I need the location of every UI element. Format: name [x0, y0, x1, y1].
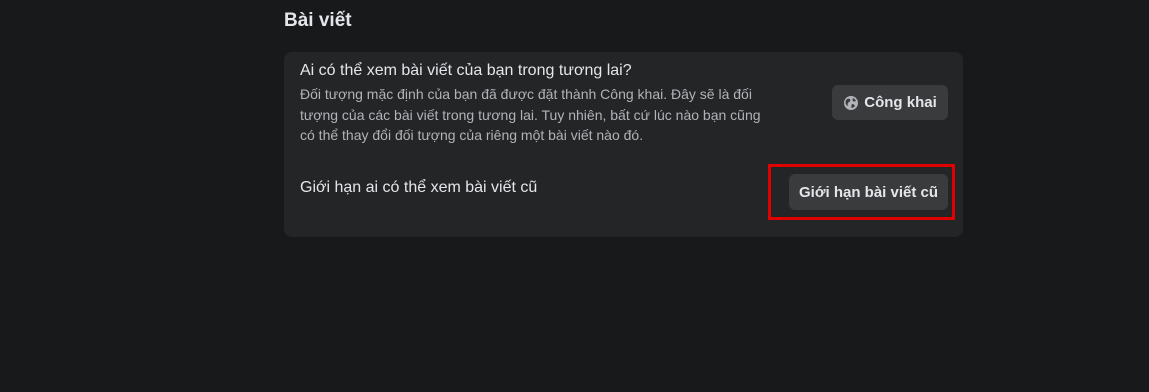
limit-past-posts-label: Giới hạn bài viết cũ — [798, 183, 939, 201]
globe-icon — [843, 95, 859, 111]
audience-public-label: Công khai — [864, 94, 937, 111]
section-title: Bài viết — [284, 10, 352, 31]
future-posts-description: Đối tượng mặc định của bạn đã được đặt t… — [300, 84, 820, 146]
description-line: có thể thay đổi đối tượng của riêng một … — [300, 127, 644, 143]
description-line: Đối tượng mặc định của bạn đã được đặt t… — [300, 86, 752, 102]
posts-settings-card: Ai có thể xem bài viết của bạn trong tươ… — [284, 52, 963, 237]
future-posts-title: Ai có thể xem bài viết của bạn trong tươ… — [300, 62, 632, 79]
description-line: tượng của các bài viết trong tương lai. … — [300, 106, 761, 123]
limit-past-posts-title: Giới hạn ai có thể xem bài viết cũ — [300, 179, 538, 196]
audience-public-button[interactable]: Công khai — [832, 85, 948, 120]
limit-past-posts-button[interactable]: Giới hạn bài viết cũ — [789, 174, 948, 210]
